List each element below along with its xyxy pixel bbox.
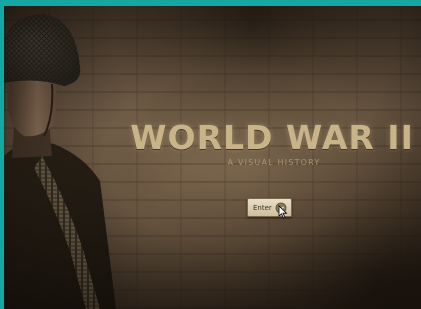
enter-button-label: Enter [253,203,272,212]
page-subtitle: A VISUAL HISTORY [227,158,321,167]
page-frame: WORLD WAR II A VISUAL HISTORY Enter [0,0,421,309]
page-title: WORLD WAR II [130,118,414,157]
mouse-pointer-icon [278,205,288,219]
